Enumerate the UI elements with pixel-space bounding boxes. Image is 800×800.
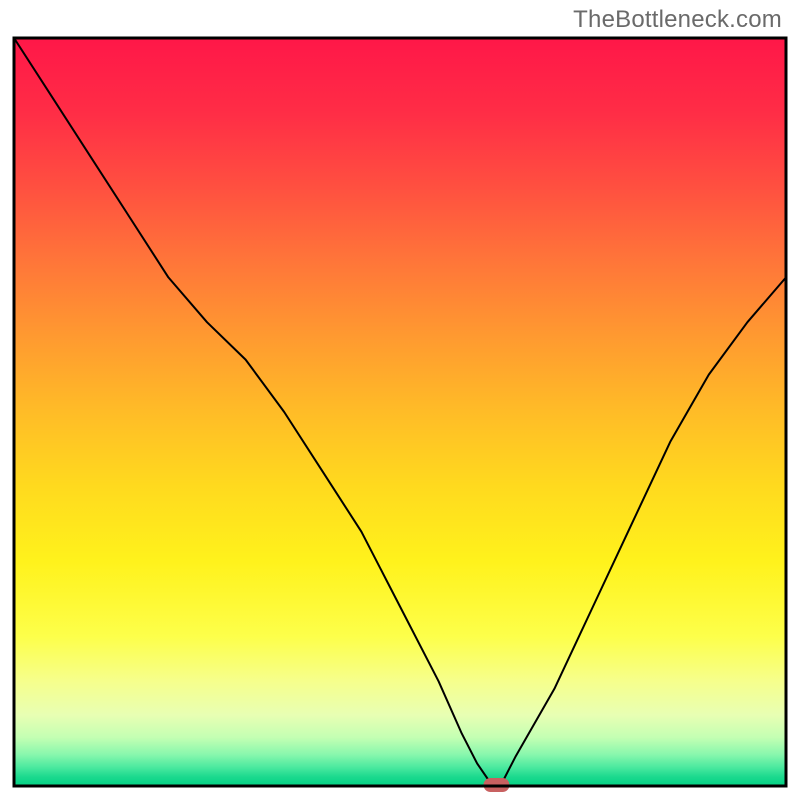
- bottleneck-chart: [0, 0, 800, 800]
- attribution-text: TheBottleneck.com: [573, 6, 782, 34]
- gradient-background: [14, 38, 786, 786]
- chart-container: TheBottleneck.com: [0, 0, 800, 800]
